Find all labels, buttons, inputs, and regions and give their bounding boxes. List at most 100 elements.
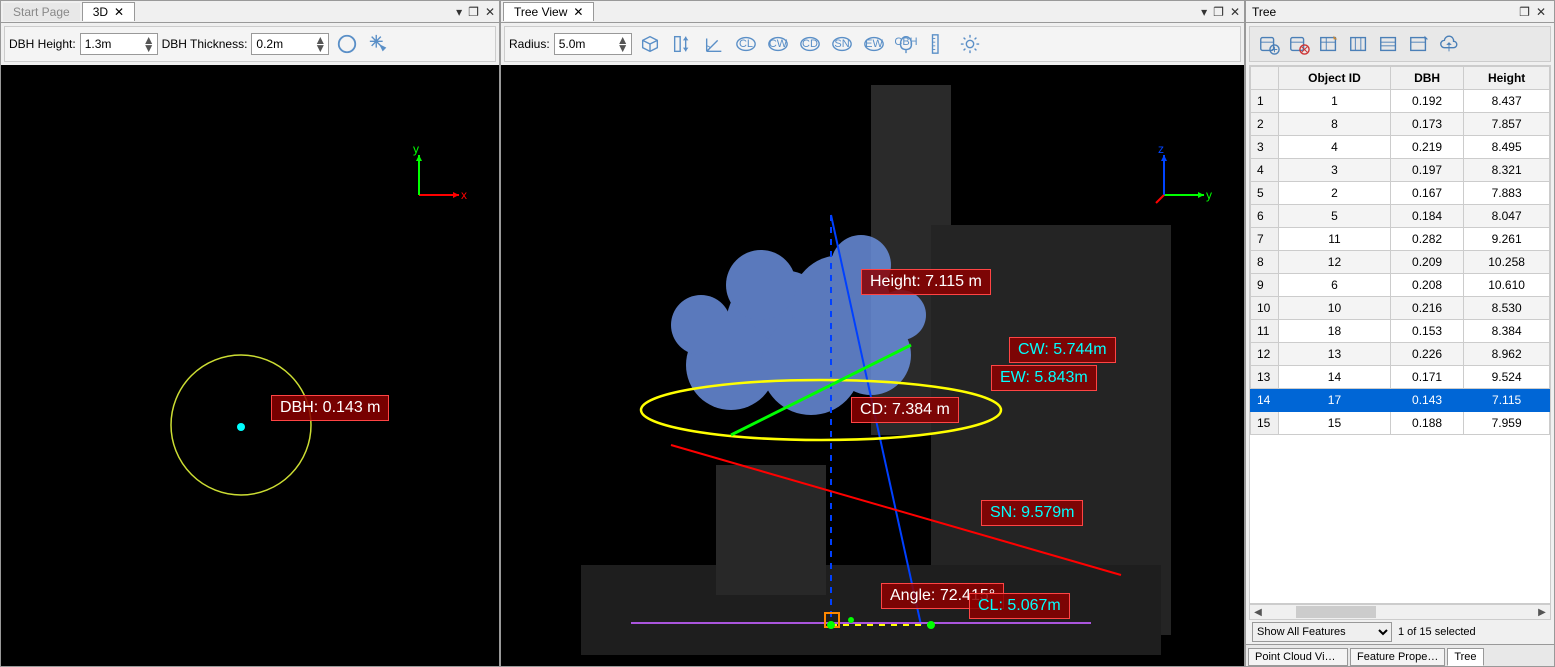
table-row[interactable]: 14170.1437.115 [1251, 389, 1550, 412]
cell-height: 8.530 [1464, 297, 1550, 320]
dbh-height-input[interactable]: ▲▼ [80, 33, 158, 55]
table-row[interactable]: 8120.20910.258 [1251, 251, 1550, 274]
radius-field[interactable] [555, 35, 615, 53]
cube-icon[interactable] [636, 30, 664, 58]
cell-object-id: 15 [1279, 412, 1391, 435]
add-record-icon[interactable] [1256, 31, 1282, 57]
columns-icon[interactable] [1346, 31, 1372, 57]
table-row[interactable]: 340.2198.495 [1251, 136, 1550, 159]
tab-label: 3D [93, 5, 108, 19]
table-row[interactable]: 960.20810.610 [1251, 274, 1550, 297]
tab-point-cloud-view[interactable]: Point Cloud View M… [1248, 648, 1348, 666]
row-number: 4 [1251, 159, 1279, 182]
row-number: 2 [1251, 113, 1279, 136]
dropdown-icon[interactable]: ▾ [1199, 5, 1209, 19]
delete-record-icon[interactable] [1286, 31, 1312, 57]
close-icon[interactable]: ✕ [483, 5, 497, 19]
row-number: 12 [1251, 343, 1279, 366]
table-row[interactable]: 7110.2829.261 [1251, 228, 1550, 251]
ruler-icon[interactable] [924, 30, 952, 58]
cloud-sync-icon[interactable] [1436, 31, 1462, 57]
cell-object-id: 14 [1279, 366, 1391, 389]
tab-feature-properties[interactable]: Feature Prope… [1350, 648, 1445, 666]
rownum-header[interactable] [1251, 67, 1279, 90]
pointcloud-render [501, 65, 1244, 666]
horizontal-scrollbar[interactable]: ◀ ▶ [1249, 604, 1551, 620]
export-table-icon[interactable] [1406, 31, 1432, 57]
close-icon[interactable]: ✕ [1228, 5, 1242, 19]
tab-start-page[interactable]: Start Page [3, 3, 80, 21]
feature-filter-select[interactable]: Show All Features [1252, 622, 1392, 642]
spinner-icon[interactable]: ▲▼ [141, 36, 157, 52]
table-row[interactable]: 110.1928.437 [1251, 90, 1550, 113]
pick-cursor-icon[interactable] [365, 30, 393, 58]
close-icon[interactable]: ✕ [573, 5, 583, 19]
scroll-right-icon[interactable]: ▶ [1534, 607, 1550, 618]
cell-object-id: 13 [1279, 343, 1391, 366]
table-row[interactable]: 11180.1538.384 [1251, 320, 1550, 343]
cell-object-id: 17 [1279, 389, 1391, 412]
cell-height: 8.321 [1464, 159, 1550, 182]
cell-object-id: 6 [1279, 274, 1391, 297]
table-settings-icon[interactable] [1316, 31, 1342, 57]
scroll-left-icon[interactable]: ◀ [1250, 607, 1266, 618]
restore-icon[interactable]: ❐ [1211, 5, 1226, 19]
table-row[interactable]: 520.1677.883 [1251, 182, 1550, 205]
table-row[interactable]: 430.1978.321 [1251, 159, 1550, 182]
cl-icon[interactable]: CL [732, 30, 760, 58]
height-arrow-icon[interactable] [668, 30, 696, 58]
restore-icon[interactable]: ❐ [1517, 5, 1532, 19]
tree-table[interactable]: Object ID DBH Height 110.1928.437280.173… [1249, 65, 1551, 604]
window-controls: ▾ ❐ ✕ [1199, 5, 1242, 19]
cbh-icon[interactable]: CBH [892, 30, 920, 58]
col-object-id[interactable]: Object ID [1279, 67, 1391, 90]
table-row[interactable]: 10100.2168.530 [1251, 297, 1550, 320]
tab-3d[interactable]: 3D ✕ [82, 2, 135, 21]
scroll-thumb[interactable] [1296, 606, 1376, 618]
cell-height: 9.261 [1464, 228, 1550, 251]
table-row[interactable]: 13140.1719.524 [1251, 366, 1550, 389]
cd-icon[interactable]: CD [796, 30, 824, 58]
dbh-height-field[interactable] [81, 35, 141, 53]
row-number: 13 [1251, 366, 1279, 389]
cell-object-id: 4 [1279, 136, 1391, 159]
close-icon[interactable]: ✕ [1534, 5, 1548, 19]
row-number: 14 [1251, 389, 1279, 412]
row-number: 5 [1251, 182, 1279, 205]
close-icon[interactable]: ✕ [114, 5, 124, 19]
angle-icon[interactable] [700, 30, 728, 58]
dbh-thickness-field[interactable] [252, 35, 312, 53]
dbh-circle [141, 345, 341, 545]
cw-icon[interactable]: CW [764, 30, 792, 58]
left-viewport[interactable]: x y DBH: 0.143 m [1, 65, 499, 666]
dropdown-icon[interactable]: ▾ [454, 5, 464, 19]
cell-height: 7.857 [1464, 113, 1550, 136]
table-row[interactable]: 12130.2268.962 [1251, 343, 1550, 366]
table-header-row: Object ID DBH Height [1251, 67, 1550, 90]
dbh-thickness-input[interactable]: ▲▼ [251, 33, 329, 55]
mid-viewport[interactable]: y z Height: 7.115 m CW: 5.744m EW: 5.843… [501, 65, 1244, 666]
tab-tree[interactable]: Tree [1447, 648, 1483, 666]
table-row[interactable]: 650.1848.047 [1251, 205, 1550, 228]
right-header: Tree ❐ ✕ [1246, 1, 1554, 23]
radius-input[interactable]: ▲▼ [554, 33, 632, 55]
sn-icon[interactable]: SN [828, 30, 856, 58]
svg-text:x: x [461, 188, 467, 202]
table-row[interactable]: 280.1737.857 [1251, 113, 1550, 136]
filter-row: Show All Features 1 of 15 selected [1246, 620, 1554, 644]
ew-icon[interactable]: EW [860, 30, 888, 58]
restore-icon[interactable]: ❐ [466, 5, 481, 19]
svg-text:y: y [413, 145, 419, 156]
svg-text:CBH: CBH [895, 36, 917, 48]
cell-dbh: 0.209 [1390, 251, 1463, 274]
col-height[interactable]: Height [1464, 67, 1550, 90]
table-row[interactable]: 15150.1887.959 [1251, 412, 1550, 435]
spinner-icon[interactable]: ▲▼ [615, 36, 631, 52]
gear-icon[interactable] [956, 30, 984, 58]
tab-tree-view[interactable]: Tree View ✕ [503, 2, 594, 21]
filter-table-icon[interactable] [1376, 31, 1402, 57]
circle-tool-icon[interactable] [333, 30, 361, 58]
spinner-icon[interactable]: ▲▼ [312, 36, 328, 52]
svg-text:CL: CL [739, 38, 753, 50]
col-dbh[interactable]: DBH [1390, 67, 1463, 90]
